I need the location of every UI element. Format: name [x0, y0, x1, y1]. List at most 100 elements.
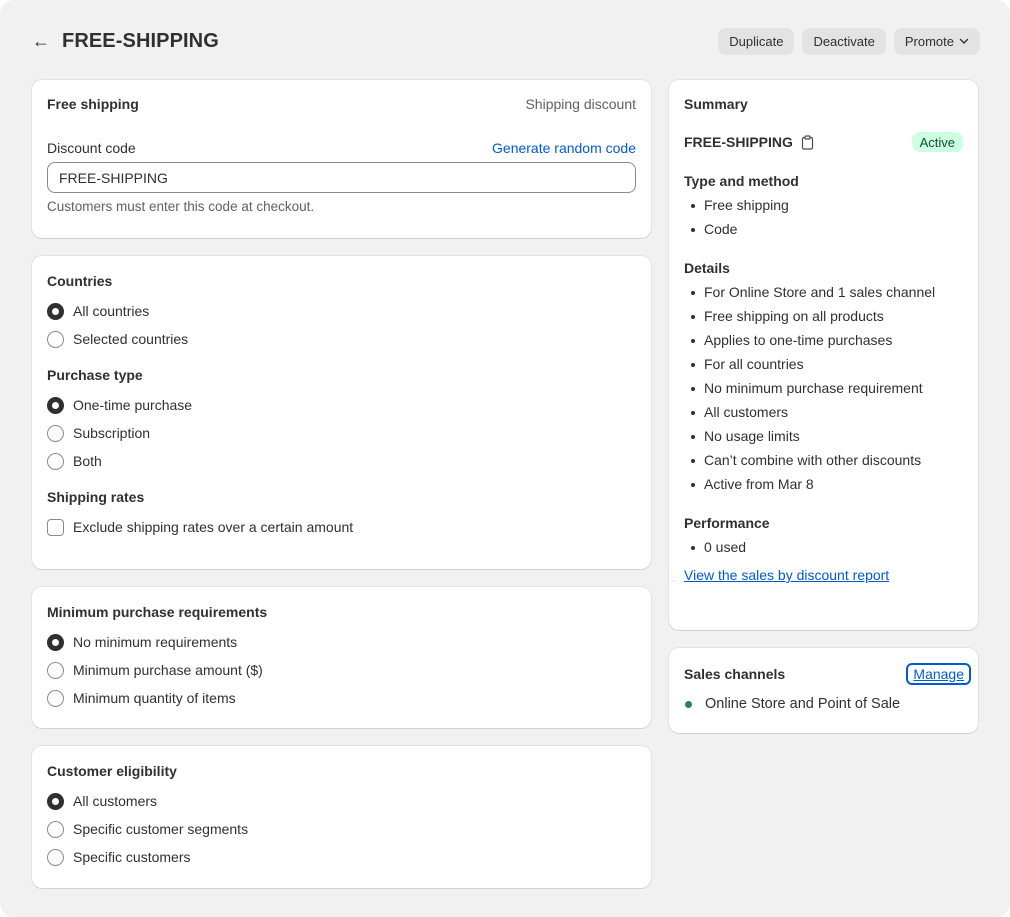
radio-label: Specific customer segments: [73, 821, 249, 837]
clipboard-icon[interactable]: [801, 134, 814, 150]
chevron-down-icon: [959, 38, 969, 44]
status-dot-icon: [685, 700, 692, 708]
radio-label: All countries: [73, 303, 150, 319]
minimum-requirements-card: Minimum purchase requirements No minimum…: [32, 587, 651, 728]
radio-option-all-countries[interactable]: All countries: [47, 297, 636, 325]
list-item: Applies to one-time purchases: [684, 328, 963, 352]
promote-button[interactable]: Promote: [893, 27, 980, 55]
summary-code-row: FREE-SHIPPING Active: [684, 132, 963, 152]
radio-option-no-minimum[interactable]: No minimum requirements: [47, 628, 636, 656]
generate-random-code-link[interactable]: Generate random code: [492, 140, 636, 156]
list-item: Free shipping on all products: [684, 304, 963, 328]
code-label-row: Discount code Generate random code: [47, 140, 636, 156]
radio-all-customers[interactable]: [47, 792, 64, 810]
sales-channels-card: Sales channels Manage Online Store and P…: [669, 648, 978, 733]
promote-label: Promote: [904, 33, 954, 49]
code-card-header: Free shipping Shipping discount: [47, 96, 636, 112]
type-method-heading: Type and method: [684, 173, 799, 189]
discount-code-label: Discount code: [47, 140, 136, 156]
sales-channels-header: Sales channels Manage: [684, 663, 971, 685]
summary-heading: Summary: [684, 96, 748, 112]
back-arrow-icon[interactable]: ←: [32, 32, 52, 50]
radio-min-quantity[interactable]: [47, 689, 64, 707]
purchase-type-group: One-time purchase Subscription Both: [47, 391, 636, 475]
title-wrap: ← FREE-SHIPPING: [32, 30, 219, 53]
radio-label: Both: [73, 453, 102, 469]
summary-code: FREE-SHIPPING: [684, 134, 793, 150]
deactivate-button[interactable]: Deactivate: [802, 27, 886, 55]
discount-type-label: Shipping discount: [525, 96, 636, 112]
radio-option-min-amount[interactable]: Minimum purchase amount ($): [47, 656, 636, 684]
radio-all-countries[interactable]: [47, 302, 64, 320]
shipping-rates-heading: Shipping rates: [47, 489, 145, 505]
minimum-requirements-group: No minimum requirements Minimum purchase…: [47, 628, 636, 712]
list-item: Active from Mar 8: [684, 472, 963, 496]
countries-group: All countries Selected countries: [47, 297, 636, 353]
checkbox-label: Exclude shipping rates over a certain am…: [73, 519, 354, 535]
report-link-wrap: View the sales by discount report: [684, 567, 963, 583]
radio-one-time[interactable]: [47, 396, 64, 414]
summary-card: Summary FREE-SHIPPING Active Type and me…: [669, 80, 978, 630]
performance-heading: Performance: [684, 515, 770, 531]
list-item: Code: [684, 217, 963, 241]
summary-code-wrap: FREE-SHIPPING: [684, 134, 814, 150]
list-item: Free shipping: [684, 193, 963, 217]
header-actions: Duplicate Deactivate Promote: [718, 27, 980, 55]
radio-label: All customers: [73, 793, 158, 809]
purchase-type-heading: Purchase type: [47, 367, 143, 383]
radio-option-subscription[interactable]: Subscription: [47, 419, 636, 447]
radio-option-both[interactable]: Both: [47, 447, 636, 475]
view-sales-report-link[interactable]: View the sales by discount report: [684, 567, 889, 583]
radio-option-selected-countries[interactable]: Selected countries: [47, 325, 636, 353]
radio-label: Specific customers: [73, 849, 191, 865]
list-item: 0 used: [684, 535, 963, 559]
radio-option-specific-customers[interactable]: Specific customers: [47, 843, 636, 871]
radio-option-one-time[interactable]: One-time purchase: [47, 391, 636, 419]
customer-eligibility-group: All customers Specific customer segments…: [47, 787, 636, 871]
discount-code-card: Free shipping Shipping discount Discount…: [32, 80, 651, 238]
manage-button[interactable]: Manage: [906, 663, 971, 685]
customer-eligibility-card: Customer eligibility All customers Speci…: [32, 746, 651, 888]
list-item: Can’t combine with other discounts: [684, 448, 963, 472]
radio-customer-segments[interactable]: [47, 820, 64, 838]
type-method-list: Free shipping Code: [684, 193, 963, 241]
radio-label: Selected countries: [73, 331, 189, 347]
list-item: For Online Store and 1 sales channel: [684, 280, 963, 304]
radio-label: No minimum requirements: [73, 634, 238, 650]
channel-name: Online Store and Point of Sale: [705, 696, 901, 712]
list-item: No usage limits: [684, 424, 963, 448]
radio-min-amount[interactable]: [47, 661, 64, 679]
page-frame: ← FREE-SHIPPING Duplicate Deactivate Pro…: [0, 0, 1010, 917]
countries-heading: Countries: [47, 273, 113, 289]
channel-row: Online Store and Point of Sale: [684, 696, 963, 712]
radio-option-all-customers[interactable]: All customers: [47, 787, 636, 815]
code-card-title: Free shipping: [47, 96, 139, 112]
duplicate-label: Duplicate: [729, 33, 784, 49]
radio-option-customer-segments[interactable]: Specific customer segments: [47, 815, 636, 843]
page-header: ← FREE-SHIPPING Duplicate Deactivate Pro…: [32, 24, 980, 58]
radio-subscription[interactable]: [47, 424, 64, 442]
radio-label: One-time purchase: [73, 397, 193, 413]
radio-specific-customers[interactable]: [47, 848, 64, 866]
radio-both[interactable]: [47, 452, 64, 470]
exclude-shipping-option[interactable]: Exclude shipping rates over a certain am…: [47, 513, 636, 541]
performance-list: 0 used: [684, 535, 963, 559]
radio-label: Minimum purchase amount ($): [73, 662, 263, 678]
sales-channels-heading: Sales channels: [684, 666, 786, 682]
exclude-shipping-checkbox[interactable]: [47, 518, 64, 536]
radio-option-min-quantity[interactable]: Minimum quantity of items: [47, 684, 636, 712]
code-help-text: Customers must enter this code at checko…: [47, 199, 315, 214]
list-item: No minimum purchase requirement: [684, 376, 963, 400]
list-item: All customers: [684, 400, 963, 424]
radio-label: Subscription: [73, 425, 151, 441]
customer-eligibility-heading: Customer eligibility: [47, 763, 177, 779]
radio-selected-countries[interactable]: [47, 330, 64, 348]
duplicate-button[interactable]: Duplicate: [718, 27, 795, 55]
minimum-requirements-heading: Minimum purchase requirements: [47, 604, 268, 620]
details-heading: Details: [684, 260, 730, 276]
details-list: For Online Store and 1 sales channel Fre…: [684, 280, 963, 496]
status-badge: Active: [911, 132, 963, 152]
page-title: FREE-SHIPPING: [62, 29, 219, 52]
discount-code-input[interactable]: [47, 162, 636, 193]
radio-no-minimum[interactable]: [47, 633, 64, 651]
